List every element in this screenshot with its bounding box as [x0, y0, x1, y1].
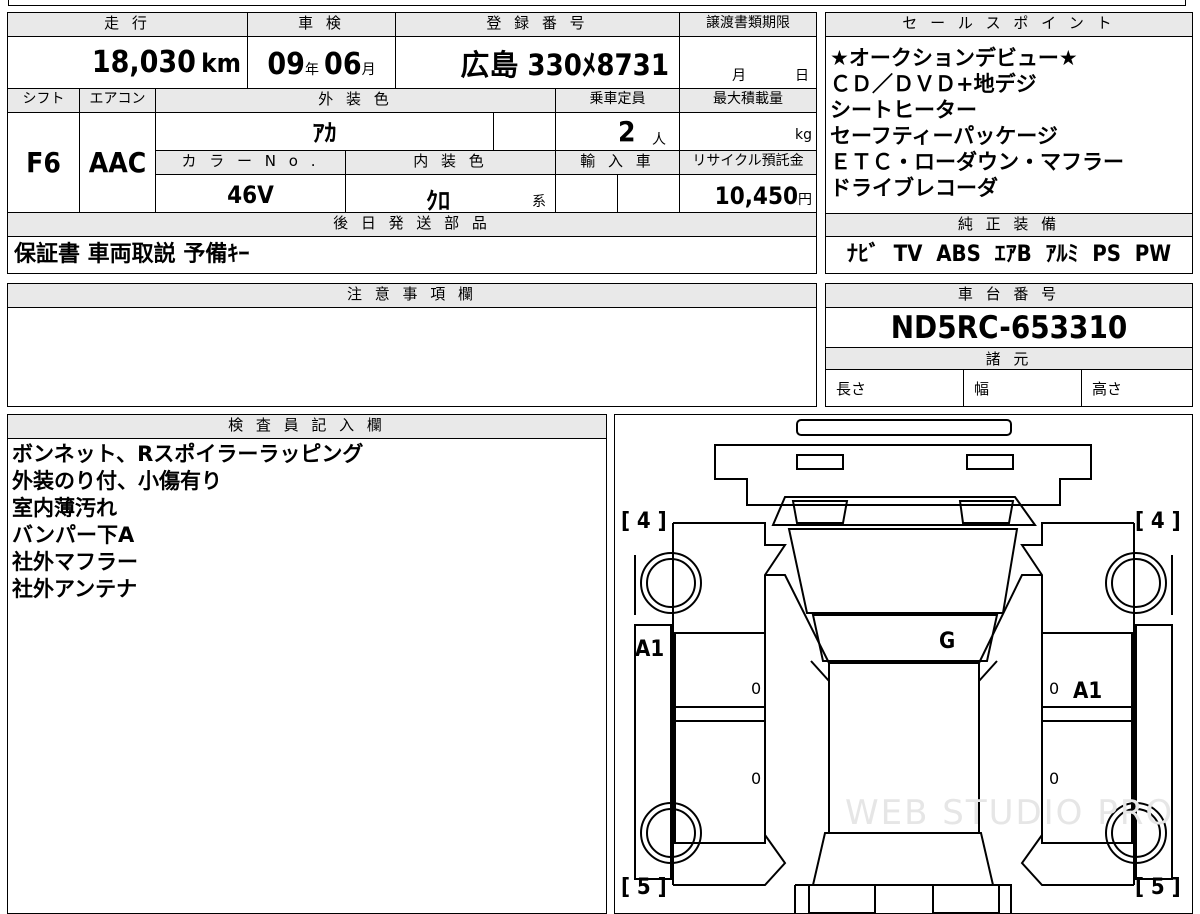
shaken-month: 06 [324, 47, 362, 82]
year-unit: 年 [304, 62, 319, 78]
mileage-value: 18,030 [91, 45, 196, 80]
chassis-block: 車 台 番 号 ND5RC-653310 諸 元 長さ 幅 高さ [825, 283, 1193, 407]
mileage-label: 走 行 [8, 13, 248, 37]
width-label: 幅 [964, 370, 1082, 406]
inspector-note: 社外マフラー [12, 550, 138, 574]
chassis-label: 車 台 番 号 [826, 284, 1192, 308]
transfer-month: 月 [732, 68, 746, 84]
sales-point: ＣＤ／ＤＶＤ+地デジ [830, 72, 1037, 96]
load-unit: kg [795, 127, 812, 143]
damage-g: G [939, 629, 956, 654]
registration-number: 広島 330ﾒ8731 [396, 37, 680, 89]
top-strip [8, 0, 1186, 6]
inspector-label: 検 査 員 記 入 欄 [8, 415, 606, 439]
marker-zero: 0 [1049, 679, 1060, 698]
max-load-cell: kg [680, 113, 816, 151]
damage-a1-left: A1 [635, 637, 665, 662]
marker-zero: 0 [751, 769, 762, 788]
caution-block: 注 意 事 項 欄 [7, 283, 817, 407]
mileage-cell: 18,030 km [8, 37, 248, 89]
caution-label: 注 意 事 項 欄 [8, 284, 816, 308]
chassis-number: ND5RC-653310 [826, 308, 1192, 348]
sales-points-label: セ ー ル ス ポ イ ン ト [826, 13, 1192, 37]
inspector-block: 検 査 員 記 入 欄 ボンネット、Rスポイラーラッピング 外装のり付、小傷有り… [7, 414, 607, 914]
interior-value: ｸﾛ [426, 187, 450, 215]
marker-zero: 0 [751, 679, 762, 698]
damage-a1-right: A1 [1073, 679, 1103, 704]
capacity-unit: 人 [652, 132, 666, 148]
sales-point: ＥＴＣ・ローダウン・マフラー [830, 150, 1124, 174]
car-diagram: [ 4 ] [ 4 ] [ 5 ] [ 5 ] A1 A1 G 0 0 0 0 … [614, 414, 1193, 914]
ac-value: AAC [80, 113, 156, 213]
exterior-color-label: 外 装 色 [156, 89, 556, 113]
transfer-deadline-cell: 月 日 [680, 37, 816, 89]
sales-point: ★オークションデビュー★ [830, 46, 1078, 70]
recycle-cell: 10,450円 [680, 175, 816, 213]
color-no-label: カ ラ ー N o . [156, 151, 346, 175]
inspector-note: 外装のり付、小傷有り [12, 469, 222, 493]
parts-label: 後 日 発 送 部 品 [8, 213, 816, 237]
shift-label: シフト [8, 89, 80, 113]
watermark: WEB STUDIO PRO [845, 793, 1175, 833]
marker-zero: 0 [1049, 769, 1060, 788]
max-load-label: 最大積載量 [680, 89, 816, 113]
registration-label: 登 録 番 号 [396, 13, 680, 37]
parts-value: 保証書 車両取説 予備ｷｰ [14, 242, 250, 267]
sales-points-list: ★オークションデビュー★ ＣＤ／ＤＶＤ+地デジ シートヒーター セーフティーパッ… [830, 45, 1190, 201]
tire-bl: [ 5 ] [621, 875, 667, 900]
sales-point: ドライブレコーダ [830, 176, 998, 200]
transfer-deadline-label: 譲渡書類期限 [680, 13, 816, 37]
month-unit: 月 [361, 62, 376, 78]
interior-unit: 系 [532, 194, 546, 210]
yen-unit: 円 [798, 192, 812, 208]
capacity-cell: 2 人 [556, 113, 680, 151]
inspector-note: 社外アンテナ [12, 577, 138, 601]
color-no-value: 46V [156, 175, 346, 213]
recycle-label: リサイクル預託金 [680, 151, 816, 175]
recycle-value: 10,450 [714, 182, 798, 210]
capacity-value: 2 [618, 115, 636, 148]
equipment-value: ﾅﾋﾞ TV ABS ｴｱB ｱﾙﾐ PS PW [846, 242, 1172, 267]
shaken-year: 09 [267, 47, 305, 82]
inspector-note: ボンネット、Rスポイラーラッピング [12, 442, 364, 466]
import-cell-a [556, 175, 618, 213]
equipment-label: 純 正 装 備 [826, 213, 1192, 237]
shaken-label: 車 検 [248, 13, 396, 37]
tire-tr: [ 4 ] [1135, 509, 1181, 534]
sales-point: シートヒーター [830, 98, 977, 122]
inspector-note: 室内薄汚れ [12, 496, 117, 520]
capacity-label: 乗車定員 [556, 89, 680, 113]
interior-cell: ｸﾛ 系 [346, 175, 556, 215]
sales-points-block: セ ー ル ス ポ イ ン ト ★オークションデビュー★ ＣＤ／ＤＶＤ+地デジ … [825, 12, 1193, 274]
sales-point: セーフティーパッケージ [830, 124, 1058, 148]
tire-tl: [ 4 ] [621, 509, 667, 534]
color-blank [494, 113, 556, 151]
car-outline-icon [634, 419, 1173, 913]
exterior-color-value: ｱｶ [156, 113, 494, 151]
import-cell-b [618, 175, 680, 213]
import-label: 輸 入 車 [556, 151, 680, 175]
inspector-note: バンパー下A [12, 523, 135, 547]
ac-label: エアコン [80, 89, 156, 113]
height-label: 高さ [1092, 380, 1123, 398]
info-block: 走 行 車 検 登 録 番 号 譲渡書類期限 18,030 km 09年 06月… [7, 12, 817, 274]
spec-label: 諸 元 [826, 348, 1192, 370]
shift-value: F6 [8, 113, 80, 213]
tire-br: [ 5 ] [1135, 875, 1181, 900]
mileage-unit: km [201, 49, 241, 79]
inspector-notes: ボンネット、Rスポイラーラッピング 外装のり付、小傷有り 室内薄汚れ バンパー下… [12, 441, 602, 603]
length-label: 長さ [826, 370, 964, 406]
shaken-cell: 09年 06月 [248, 37, 396, 89]
transfer-day: 日 [795, 68, 809, 84]
interior-color-label: 内 装 色 [346, 151, 556, 175]
